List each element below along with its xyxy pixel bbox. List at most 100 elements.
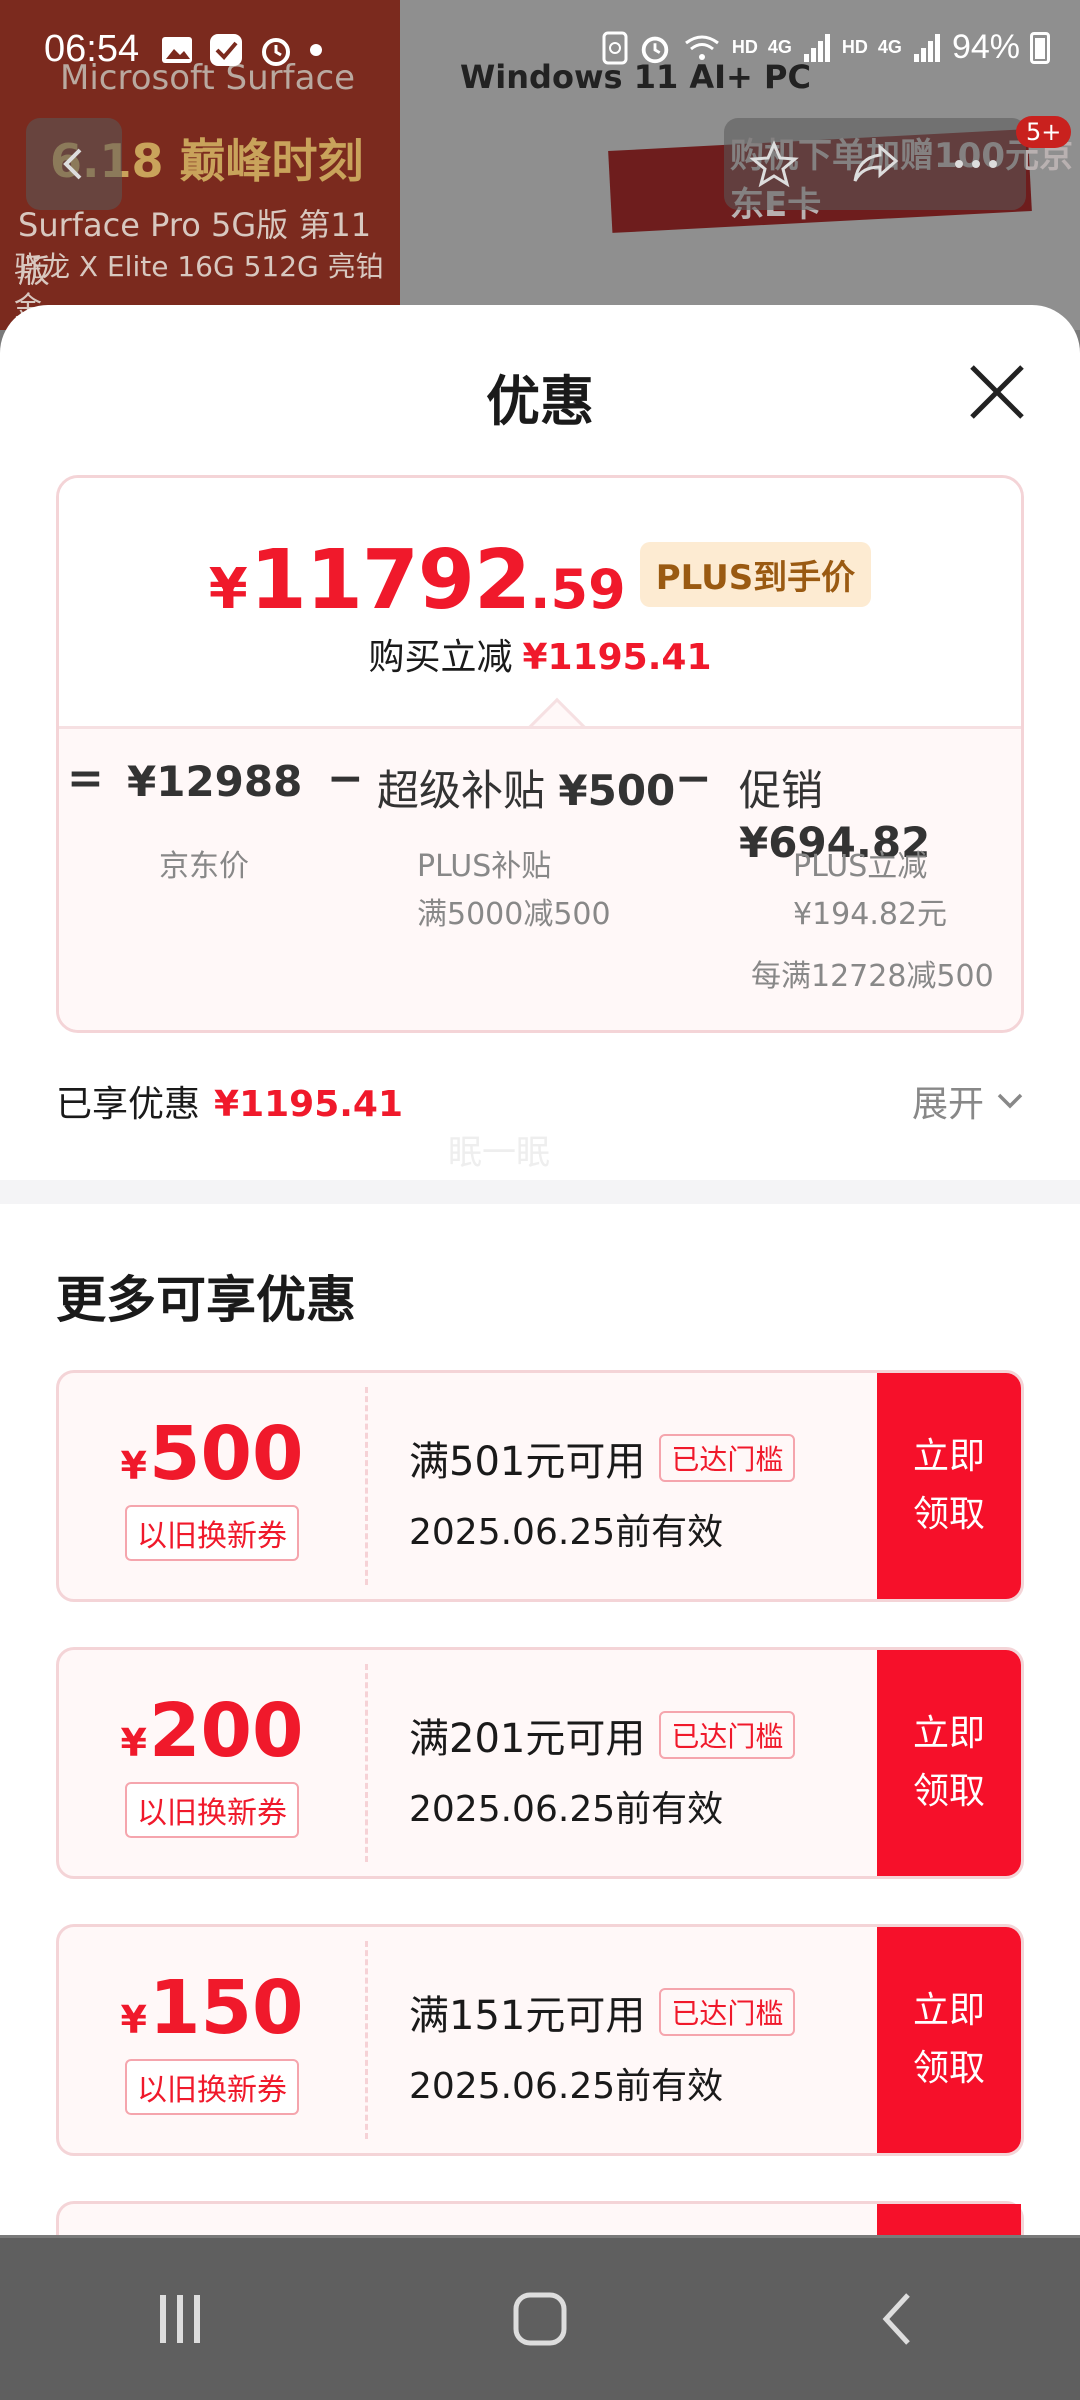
coupon-validity: 2025.06.25前有效 bbox=[409, 2066, 724, 2107]
threshold-reached-badge: 已达门槛 bbox=[659, 1988, 796, 2036]
photo-icon bbox=[162, 37, 192, 63]
instant-reduction-label: 购买立减 bbox=[368, 637, 513, 678]
nfc-icon bbox=[602, 31, 628, 64]
check-icon bbox=[210, 34, 242, 66]
price-decimal: .59 bbox=[530, 558, 626, 621]
more-discounts-title: 更多可享优惠 bbox=[56, 1271, 356, 1329]
expand-button[interactable]: 展开 bbox=[912, 1075, 1024, 1127]
coupon-value-area: ¥200 以旧换新券 bbox=[59, 1650, 365, 1876]
more-icon[interactable] bbox=[951, 154, 1001, 174]
enjoyed-discount: 已享优惠 ¥1195.41 bbox=[56, 1075, 403, 1127]
status-bar: 06:54 HD 4G HD 4G 94% bbox=[0, 0, 1080, 100]
minus-sign: − bbox=[327, 753, 364, 804]
threshold-reached-badge: 已达门槛 bbox=[659, 1711, 796, 1759]
alarm-icon bbox=[262, 38, 290, 66]
price-currency: ¥ bbox=[208, 557, 248, 622]
recents-icon bbox=[160, 2295, 200, 2343]
coupon-type: 以旧换新券 bbox=[125, 1505, 299, 1561]
expand-label: 展开 bbox=[911, 1084, 984, 1125]
coupon-condition: 满151元可用 bbox=[409, 1993, 646, 2039]
coupon-value-area: ¥150 以旧换新券 bbox=[59, 1927, 365, 2153]
star-icon[interactable] bbox=[749, 139, 800, 189]
coupon-condition-row: 满201元可用 已达门槛 bbox=[409, 1706, 796, 1764]
minus-sign: − bbox=[675, 753, 712, 804]
home-button[interactable] bbox=[480, 2269, 600, 2369]
coupon-info: 满501元可用 已达门槛 2025.06.25前有效 bbox=[409, 1429, 796, 1555]
coupon-card: ¥500 以旧换新券 满501元可用 已达门槛 2025.06.25前有效 立即 … bbox=[56, 1370, 1024, 1602]
signal-icon bbox=[913, 33, 940, 62]
signal-icon bbox=[803, 33, 830, 62]
nav-back-icon bbox=[882, 2293, 910, 2345]
claim-coupon-button[interactable]: 立即 领取 bbox=[877, 1650, 1021, 1876]
subsidy-detail-2: 满5000减500 bbox=[417, 897, 611, 932]
back-icon bbox=[63, 148, 82, 180]
coupon-currency: ¥ bbox=[120, 1998, 147, 2042]
net-label-hd-2: HD bbox=[841, 37, 868, 57]
nav-back-button[interactable] bbox=[840, 2269, 960, 2369]
sheet-title: 优惠 bbox=[486, 370, 594, 433]
coupon-condition-row: 满151元可用 已达门槛 bbox=[409, 1983, 796, 2041]
price-card: ¥ 11792 .59 PLUS到手价 购买立减 ¥1195.41 = ¥1298… bbox=[56, 475, 1024, 1033]
status-right-icons: HD 4G HD 4G 94% bbox=[602, 28, 1050, 67]
promotion-detail-3: 每满12728减500 bbox=[751, 959, 994, 994]
battery-percent: 94% bbox=[951, 28, 1020, 66]
recents-button[interactable] bbox=[120, 2269, 240, 2369]
net-label-hd: HD bbox=[731, 37, 758, 57]
base-price-label: 京东价 bbox=[159, 849, 249, 884]
plus-price-tag: PLUS到手价 bbox=[639, 542, 872, 607]
discount-sheet: 优惠 ¥ 11792 .59 PLUS到手价 购买立减 ¥1195.41 = ¥1… bbox=[0, 305, 1080, 2235]
coupon-card: ¥200 以旧换新券 满201元可用 已达门槛 2025.06.25前有效 立即 … bbox=[56, 1647, 1024, 1879]
base-price: ¥12988 bbox=[127, 757, 302, 806]
wifi-icon bbox=[685, 35, 719, 60]
coupon-type: 以旧换新券 bbox=[125, 1782, 299, 1838]
coupon-amount-value: 200 bbox=[148, 1688, 304, 1774]
notification-badge: 5+ bbox=[1016, 116, 1072, 148]
promotion-detail-2: ¥194.82元 bbox=[793, 897, 948, 932]
promotion-label: 促销 bbox=[739, 766, 824, 815]
top-toolbar bbox=[724, 118, 1026, 210]
claim-coupon-button[interactable]: 立即 领取 bbox=[877, 1927, 1021, 2153]
super-subsidy: 超级补贴 ¥500 bbox=[377, 757, 675, 818]
price-summary: ¥ 11792 .59 PLUS到手价 购买立减 ¥1195.41 bbox=[59, 478, 1021, 726]
coupon-type: 以旧换新券 bbox=[125, 2059, 299, 2115]
section-divider bbox=[0, 1180, 1080, 1204]
net-label-4g: 4G bbox=[767, 37, 792, 57]
coupon-info: 满201元可用 已达门槛 2025.06.25前有效 bbox=[409, 1706, 796, 1832]
coupon-condition: 满201元可用 bbox=[409, 1716, 646, 1762]
status-time: 06:54 bbox=[44, 28, 140, 70]
coupon-amount-value: 150 bbox=[148, 1965, 304, 2051]
subsidy-detail-1: PLUS补贴 bbox=[417, 849, 552, 884]
promotion-detail-1: PLUS立减 bbox=[793, 849, 928, 884]
status-left-icons bbox=[160, 32, 324, 68]
back-button[interactable] bbox=[26, 118, 122, 210]
alarm-icon bbox=[641, 36, 669, 63]
coupon-validity: 2025.06.25前有效 bbox=[409, 1789, 724, 1830]
instant-reduction: 购买立减 ¥1195.41 bbox=[59, 628, 1021, 680]
watermark-text: 眠一眠 bbox=[448, 1133, 550, 1173]
final-price-row: ¥ 11792 .59 PLUS到手价 bbox=[59, 533, 1021, 628]
coupon-amount-value: 500 bbox=[148, 1411, 304, 1497]
coupon-amount: ¥150 bbox=[121, 1965, 304, 2051]
threshold-reached-badge: 已达门槛 bbox=[659, 1434, 796, 1482]
price-breakdown: = ¥12988 京东价 − 超级补贴 ¥500 PLUS补贴 满5000减50… bbox=[59, 726, 1021, 1030]
instant-reduction-value: ¥1195.41 bbox=[522, 637, 712, 678]
coupon-card-partial bbox=[56, 2201, 1024, 2235]
close-icon[interactable] bbox=[962, 357, 1032, 427]
coupon-value-area: ¥500 以旧换新券 bbox=[59, 1373, 365, 1599]
claim-coupon-button[interactable]: 立即 领取 bbox=[877, 1373, 1021, 1599]
claim-coupon-button-partial[interactable] bbox=[877, 2204, 1021, 2235]
enjoyed-label: 已享优惠 bbox=[56, 1084, 201, 1125]
coupon-currency: ¥ bbox=[120, 1444, 147, 1488]
coupon-condition-row: 满501元可用 已达门槛 bbox=[409, 1429, 796, 1487]
coupon-separator bbox=[365, 1387, 368, 1585]
base-price-value: ¥12988 bbox=[127, 757, 303, 806]
coupon-amount: ¥200 bbox=[121, 1688, 304, 1774]
super-subsidy-label: 超级补贴 bbox=[377, 766, 546, 815]
coupon-separator bbox=[365, 1941, 368, 2139]
share-icon[interactable] bbox=[850, 139, 900, 189]
battery-icon bbox=[1030, 31, 1050, 64]
home-icon bbox=[513, 2292, 567, 2346]
coupon-info: 满151元可用 已达门槛 2025.06.25前有效 bbox=[409, 1983, 796, 2109]
dot-icon bbox=[310, 44, 322, 56]
super-subsidy-value: ¥500 bbox=[558, 766, 676, 815]
